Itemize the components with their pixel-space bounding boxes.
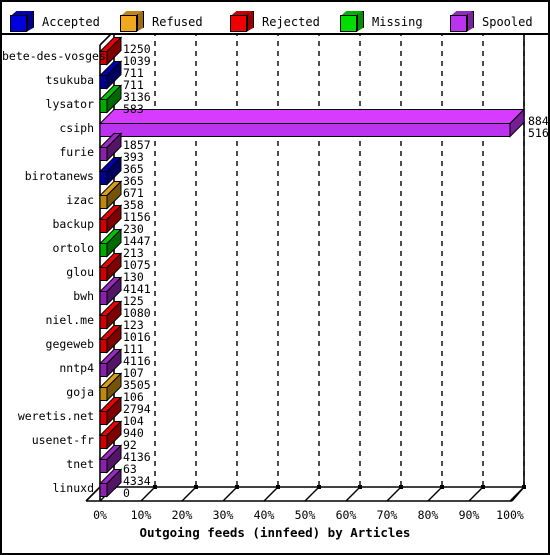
bar-front-face (99, 459, 108, 473)
bar-value-csiph: 516 (528, 126, 549, 140)
x-tick-20% (181, 486, 197, 502)
legend-item-missing: Missing (340, 6, 423, 37)
bar-front-face (99, 387, 108, 401)
cube-icon-spooled (450, 10, 476, 33)
category-label-csiph: csiph (59, 121, 94, 135)
x-tick-100% (509, 486, 525, 502)
x-tick-label-20%: 20% (171, 508, 193, 522)
category-label-glou: glou (66, 265, 94, 279)
x-tick-label-10%: 10% (130, 508, 152, 522)
x-tick-label-30%: 30% (212, 508, 234, 522)
x-tick-marker (153, 485, 157, 489)
x-tick-label-40%: 40% (253, 508, 275, 522)
x-tick-70% (386, 486, 402, 502)
bar-front-face (99, 147, 108, 161)
x-tick-marker (276, 485, 280, 489)
legend-item-rejected: Rejected (230, 6, 320, 37)
cube-icon-missing (340, 10, 366, 33)
bar-top-face (98, 109, 526, 124)
cube-icon-accepted (10, 10, 36, 33)
bar-front-face (99, 195, 108, 209)
category-label-backup: backup (52, 217, 94, 231)
chart-legend: Accepted Refused Rejected Missing Spooled (2, 2, 548, 35)
category-label-weretis.net: weretis.net (17, 409, 94, 423)
category-label-goja: goja (66, 385, 94, 399)
x-tick-label-60%: 60% (335, 508, 357, 522)
legend-item-accepted: Accepted (10, 6, 100, 37)
legend-item-refused: Refused (120, 6, 203, 37)
category-label-tnet: tnet (66, 457, 94, 471)
legend-item-spooled: Spooled (450, 6, 533, 37)
category-label-bwh: bwh (73, 289, 94, 303)
bar-value-lysator: 583 (123, 102, 144, 116)
cube-icon-rejected (230, 10, 256, 33)
x-tick-30% (222, 486, 238, 502)
category-label-linuxd: linuxd (52, 481, 94, 495)
x-tick-90% (468, 486, 484, 502)
x-tick-10% (140, 486, 156, 502)
x-tick-label-90%: 90% (458, 508, 480, 522)
legend-label: Missing (372, 14, 423, 29)
bar-front-face (99, 243, 108, 257)
x-tick-marker (522, 485, 526, 489)
x-tick-label-100%: 100% (496, 508, 524, 522)
bar-front-face (99, 171, 108, 185)
category-label-usenet-fr: usenet-fr (31, 433, 94, 447)
x-axis-title: Outgoing feeds (innfeed) by Articles (139, 525, 411, 540)
x-tick-80% (427, 486, 443, 502)
bar-front-face (99, 219, 108, 233)
category-label-niel.me: niel.me (45, 313, 94, 327)
category-label-tsukuba: tsukuba (45, 73, 94, 87)
category-label-ortolo: ortolo (52, 241, 94, 255)
bar-front-face (99, 339, 108, 353)
chart-area: bete-des-vosges 1250 1039 tsukuba 711 711 lysa… (2, 35, 550, 553)
chart-screenshot: Accepted Refused Rejected Missing Spooled be… (0, 0, 550, 555)
plot-background (100, 35, 524, 501)
legend-label: Spooled (482, 14, 533, 29)
x-tick-40% (263, 486, 279, 502)
category-label-birotanews: birotanews (24, 169, 94, 183)
x-tick-marker (481, 485, 485, 489)
bar-front-face (99, 411, 108, 425)
x-tick-label-50%: 50% (294, 508, 316, 522)
category-label-furie: furie (59, 145, 94, 159)
x-tick-marker (317, 485, 321, 489)
x-tick-label-80%: 80% (417, 508, 439, 522)
x-tick-marker (399, 485, 403, 489)
bar-front-face (99, 435, 108, 449)
legend-label: Rejected (262, 14, 320, 29)
cube-icon-refused (120, 10, 146, 33)
legend-label: Refused (152, 14, 203, 29)
bar-front-face (99, 75, 108, 89)
x-tick-marker (235, 485, 239, 489)
bar-front-face (99, 99, 108, 113)
category-label-lysator: lysator (45, 97, 94, 111)
x-tick-60% (345, 486, 361, 502)
bar-csiph (98, 108, 526, 138)
category-label-bete-des-vosges: bete-des-vosges (2, 49, 106, 63)
bar-front-face (99, 291, 108, 305)
legend-label: Accepted (42, 14, 100, 29)
x-tick-marker (358, 485, 362, 489)
x-tick-label-70%: 70% (376, 508, 398, 522)
bar-value-linuxd: 0 (123, 486, 130, 500)
bar-front-face (99, 363, 108, 377)
category-label-nntp4: nntp4 (59, 361, 94, 375)
x-tick-marker (440, 485, 444, 489)
bar-front-face (99, 267, 108, 281)
bar-front-face (99, 123, 511, 137)
category-label-izac: izac (66, 193, 94, 207)
bar-front-face (99, 483, 108, 497)
bar-front-face (99, 315, 108, 329)
x-tick-50% (304, 486, 320, 502)
x-tick-label-0%: 0% (93, 508, 107, 522)
x-tick-marker (194, 485, 198, 489)
category-label-gegeweb: gegeweb (45, 337, 94, 351)
